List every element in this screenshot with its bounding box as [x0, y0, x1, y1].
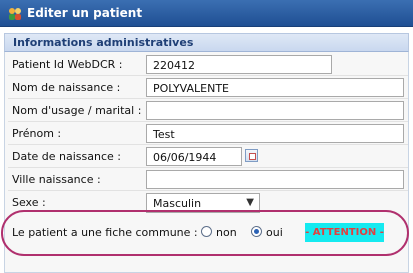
- users-icon: [9, 8, 21, 20]
- sex-select[interactable]: Masculin ▼: [146, 193, 260, 213]
- common-record-label: Le patient a une fiche commune :: [12, 226, 198, 239]
- attention-badge: - ATTENTION -: [305, 223, 384, 242]
- calendar-icon[interactable]: [245, 149, 258, 162]
- row-usage-name: Nom d'usage / marital :: [8, 99, 408, 122]
- usage-name-input[interactable]: [146, 101, 404, 120]
- row-birth-name: Nom de naissance : POLYVALENTE: [8, 76, 408, 99]
- section-title: Informations administratives: [13, 36, 194, 49]
- window-title: Editer un patient: [27, 6, 143, 20]
- sex-label: Sexe :: [12, 196, 46, 209]
- row-birth-city: Ville naissance :: [8, 168, 408, 191]
- radio-oui[interactable]: [251, 226, 262, 237]
- birth-name-label: Nom de naissance :: [12, 81, 121, 94]
- birth-date-label: Date de naissance :: [12, 150, 121, 163]
- birth-name-input[interactable]: POLYVALENTE: [146, 78, 404, 97]
- birth-city-label: Ville naissance :: [12, 173, 101, 186]
- window-titlebar: Editer un patient: [0, 0, 413, 27]
- row-first-name: Prénom : Test: [8, 122, 408, 145]
- radio-oui-label[interactable]: oui: [266, 226, 283, 239]
- row-sex: Sexe : Masculin ▼: [8, 191, 408, 214]
- section-header: Informations administratives: [4, 33, 409, 52]
- usage-name-label: Nom d'usage / marital :: [12, 104, 142, 117]
- row-birth-date: Date de naissance : 06/06/1944: [8, 145, 408, 168]
- birth-date-input[interactable]: 06/06/1944: [146, 147, 242, 166]
- row-common-record: Le patient a une fiche commune : non oui…: [8, 222, 408, 244]
- radio-non-label[interactable]: non: [216, 226, 237, 239]
- patient-id-input[interactable]: 220412: [146, 55, 332, 74]
- radio-non[interactable]: [201, 226, 212, 237]
- patient-id-label: Patient Id WebDCR :: [12, 58, 123, 71]
- birth-city-input[interactable]: [146, 170, 404, 189]
- chevron-down-icon: ▼: [246, 197, 254, 208]
- row-patient-id: Patient Id WebDCR : 220412: [8, 53, 408, 76]
- first-name-input[interactable]: Test: [146, 124, 404, 143]
- first-name-label: Prénom :: [12, 127, 62, 140]
- sex-select-value: Masculin: [153, 197, 202, 210]
